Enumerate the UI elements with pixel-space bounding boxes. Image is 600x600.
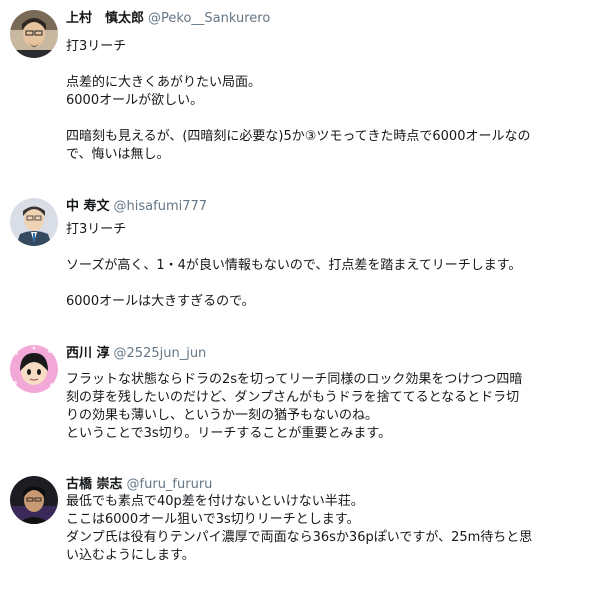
display-name[interactable]: 古橋 崇志	[66, 477, 123, 492]
tweet-line: ということで3s切り。リーチすることが重要とみます。	[66, 426, 392, 441]
avatar[interactable]	[10, 345, 58, 393]
tweet-3: 西川 淳 @2525jun_jun フラットな状態ならドラの2sを切ってリーチ同様…	[0, 335, 600, 460]
user-handle[interactable]: @furu_fururu	[127, 477, 213, 492]
tweet-2: 中 寿文 @hisafumi777 打3リーチ ソーズが高く、1・4が良い情報もな…	[0, 192, 600, 332]
tweet-line: 打3リーチ	[66, 222, 127, 237]
display-name[interactable]: 中 寿文	[66, 199, 110, 214]
avatar[interactable]	[10, 198, 58, 246]
tweet-line: 打3リーチ	[66, 39, 127, 54]
tweet-line: 6000オールが欲しい。	[66, 93, 204, 108]
tweet-text: 打3リーチ 点差的に大きくあがりたい局面。 6000オールが欲しい。 四暗刻も見…	[66, 38, 586, 164]
tweet-line: 刻の芽を残したいのだけど、ダンプさんがもうドラを捨ててるとなるとドラ切	[66, 390, 520, 405]
tweet-line: りの効果も薄いし、というか一刻の猶予もないのね。	[66, 408, 379, 423]
tweet-line: ダンプ氏は役有りテンパイ濃厚で両面なら36sか36pぽいですが、25m待ちと思	[66, 530, 533, 545]
tweet-line: ソーズが高く、1・4が良い情報もないので、打点差を踏まえてリーチします。	[66, 258, 522, 273]
tweet-line: 最低でも素点で40p差を付けないといけない半荘。	[66, 494, 364, 509]
tweet-4: 古橋 崇志 @furu_fururu 最低でも素点で40p差を付けないといけない半…	[0, 466, 600, 591]
tweet-line: フラットな状態ならドラの2sを切ってリーチ同様のロック効果をつけつつ四暗	[66, 372, 523, 387]
tweet-line: 6000オールは大きすぎるので。	[66, 294, 255, 309]
display-name[interactable]: 上村 慎太郎	[66, 11, 144, 26]
tweet-line: 点差的に大きくあがりたい局面。	[66, 75, 262, 90]
tweet-line: い込むようにします。	[66, 548, 195, 563]
user-handle[interactable]: @2525jun_jun	[114, 346, 207, 361]
avatar[interactable]	[10, 476, 58, 524]
avatar[interactable]	[10, 10, 58, 58]
tweet-line: 四暗刻も見えるが、(四暗刻に必要な)5か③ツモってきた時点で6000オールなの	[66, 129, 531, 144]
tweet-line: ここは6000オール狙いで3s切りリーチとします。	[66, 512, 360, 527]
tweet-1: 上村 慎太郎 @Peko__Sankurero 打3リーチ 点差的に大きくあがりた…	[0, 0, 600, 190]
tweet-text: 打3リーチ ソーズが高く、1・4が良い情報もないので、打点差を踏まえてリーチしま…	[66, 221, 586, 311]
display-name[interactable]: 西川 淳	[66, 346, 110, 361]
tweet-text: フラットな状態ならドラの2sを切ってリーチ同様のロック効果をつけつつ四暗 刻の芽…	[66, 371, 586, 443]
user-handle[interactable]: @hisafumi777	[114, 199, 208, 214]
tweet-text: 最低でも素点で40p差を付けないといけない半荘。 ここは6000オール狙いで3s…	[66, 493, 586, 565]
tweet-line: で、悔いは無し。	[66, 147, 170, 162]
user-handle[interactable]: @Peko__Sankurero	[148, 11, 270, 26]
